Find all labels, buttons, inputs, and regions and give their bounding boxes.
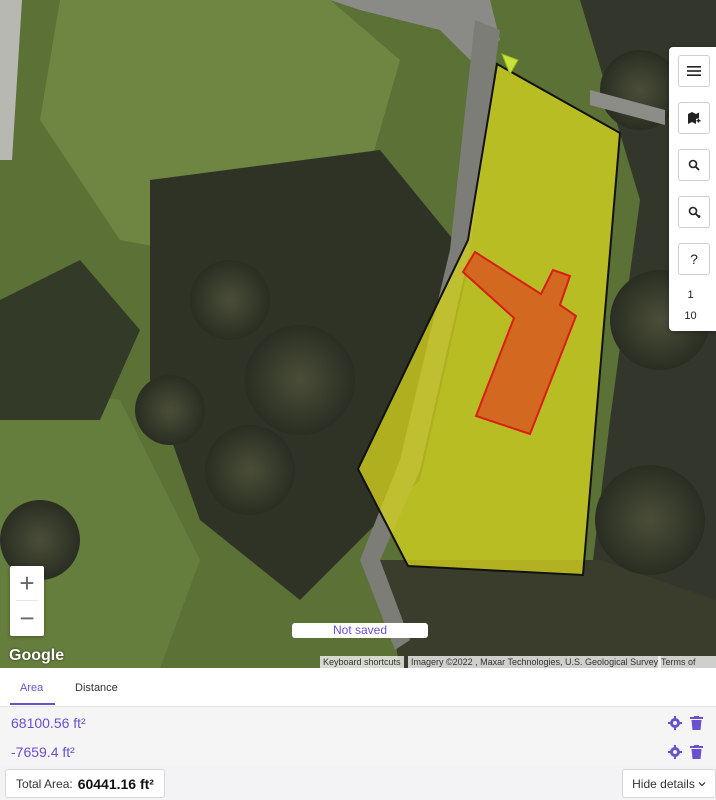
keyboard-shortcuts-link[interactable]: Keyboard shortcuts	[320, 656, 404, 668]
measurement-value[interactable]: 68100.56 ft²	[11, 715, 86, 731]
hide-details-button[interactable]: Hide details	[622, 769, 716, 798]
total-area: Total Area: 60441.16 ft²	[5, 769, 165, 798]
trash-icon[interactable]	[690, 716, 703, 730]
measurement-value[interactable]: -7659.4 ft²	[11, 744, 75, 760]
toolbar-number-bottom: 10	[684, 310, 697, 322]
active-tab-indicator	[10, 703, 55, 705]
tab-area[interactable]: Area	[20, 682, 43, 694]
lot-polygon[interactable]	[356, 62, 622, 577]
total-area-value: 60441.16 ft²	[77, 775, 154, 792]
footer-bar: Total Area: 60441.16 ft² Hide details	[0, 766, 716, 800]
list-item: 68100.56 ft²	[0, 708, 716, 737]
hide-details-label: Hide details	[632, 776, 695, 791]
zoom-in-button[interactable]: +	[10, 566, 44, 600]
measurement-list: 68100.56 ft² -7659.4 ft²	[0, 708, 716, 766]
gear-icon[interactable]	[668, 716, 682, 730]
measurement-overlay	[356, 53, 622, 577]
google-logo: Google	[9, 647, 65, 664]
map-toolbar: ? 1 10	[669, 47, 716, 331]
map-view[interactable]: ? 1 10 + − Google Not saved Keyboard sho…	[0, 0, 716, 668]
chevron-down-icon	[698, 781, 706, 786]
zoom-control: + −	[10, 566, 44, 636]
trash-icon[interactable]	[690, 745, 703, 759]
help-icon[interactable]: ?	[678, 243, 710, 275]
search-settings-icon[interactable]	[678, 196, 710, 228]
terms-link[interactable]: Terms of Use	[658, 656, 716, 668]
gear-icon[interactable]	[668, 745, 682, 759]
zoom-out-button[interactable]: −	[10, 601, 44, 635]
search-icon[interactable]	[678, 149, 710, 181]
total-area-label: Total Area:	[16, 776, 73, 791]
imagery-attribution: Imagery ©2022 , Maxar Technologies, U.S.…	[408, 656, 662, 668]
tab-distance[interactable]: Distance	[75, 682, 118, 694]
menu-icon[interactable]	[678, 55, 710, 87]
list-item: -7659.4 ft²	[0, 737, 716, 766]
measurement-tabs: Area Distance	[0, 668, 716, 707]
toolbar-number-top: 1	[687, 289, 694, 301]
save-status: Not saved	[292, 623, 428, 638]
map-add-icon[interactable]	[678, 102, 710, 134]
